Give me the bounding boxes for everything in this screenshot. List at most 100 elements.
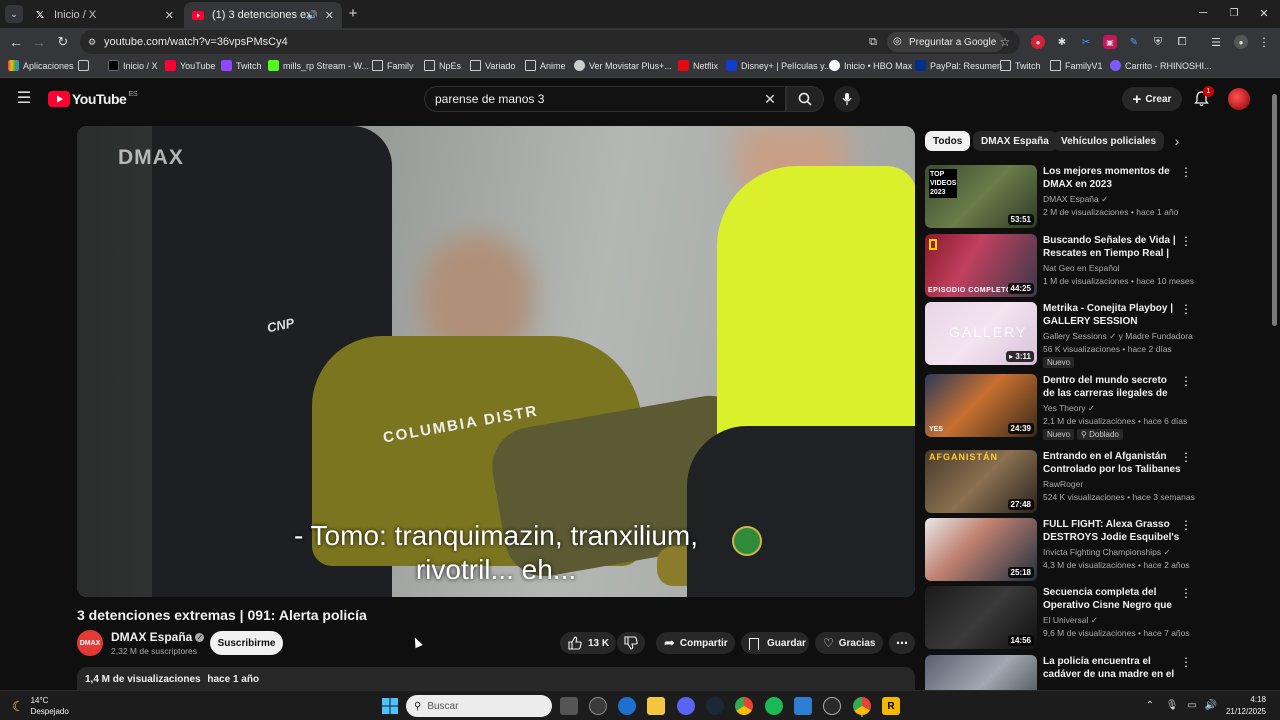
bookmark-youtube[interactable]: YouTube: [165, 60, 215, 71]
volume-tray-icon[interactable]: 🔊: [1205, 699, 1217, 711]
ask-google-button[interactable]: ◎ Preguntar a Google: [887, 32, 1005, 52]
spotify-icon[interactable]: [765, 697, 783, 715]
more-vertical-icon[interactable]: ⋮: [1180, 374, 1192, 388]
scrollbar-thumb[interactable]: [1272, 94, 1277, 326]
save-button[interactable]: Guardar: [741, 632, 809, 654]
youtube-logo[interactable]: YouTube ES: [48, 90, 138, 108]
rockstar-icon[interactable]: R: [882, 697, 900, 715]
dislike-button[interactable]: [617, 632, 645, 654]
bookmark-rhinoshield[interactable]: Carrito - RHINOSHI...: [1110, 60, 1212, 71]
extension-translate-icon[interactable]: ✎: [1127, 35, 1141, 49]
recommendation-item[interactable]: 14:56 Secuencia completa del Operativo C…: [925, 586, 1192, 650]
site-info-icon[interactable]: ⚙: [86, 36, 98, 48]
bookmark-star-icon[interactable]: ☆: [998, 35, 1012, 49]
search-input[interactable]: parense de manos 3 ✕: [424, 86, 786, 112]
recommendation-item[interactable]: GALLERY ▸ 3:11 Metrika - Conejita Playbo…: [925, 302, 1193, 368]
chips-next-icon[interactable]: ›: [1170, 133, 1184, 149]
tab-youtube[interactable]: (1) 3 detenciones extremas 🔊 ✕: [184, 2, 342, 28]
close-tab-icon[interactable]: ✕: [325, 9, 334, 22]
recommendation-item[interactable]: La policía encuentra el cadáver de una m…: [925, 655, 1190, 690]
channel-name[interactable]: DMAX España ✓: [111, 630, 205, 644]
bookmark-hbo[interactable]: Inicio • HBO Max: [829, 60, 912, 71]
bookmark-disney[interactable]: Disney+ | Películas y...: [726, 60, 831, 71]
audio-playing-icon[interactable]: 🔊: [307, 10, 318, 21]
more-vertical-icon[interactable]: ⋮: [1180, 518, 1192, 532]
weather-widget[interactable]: ☾ 14°C Despejado: [12, 694, 69, 718]
chip-all[interactable]: Todos: [925, 131, 971, 151]
shield-icon[interactable]: ⛨: [1151, 35, 1165, 49]
more-vertical-icon[interactable]: ⋮: [1180, 586, 1192, 600]
profile-icon[interactable]: ●: [1234, 35, 1248, 49]
recommendation-item[interactable]: YES 24:39 Dentro del mundo secreto de la…: [925, 374, 1192, 440]
extension-puzzle-icon[interactable]: ✱: [1055, 35, 1069, 49]
video-thumbnail[interactable]: [925, 655, 1037, 690]
video-thumbnail[interactable]: TOP VIDEOS 2023 53:51: [925, 165, 1037, 228]
more-vertical-icon[interactable]: ⋮: [1180, 302, 1192, 316]
bookmark-grid[interactable]: [78, 60, 93, 71]
task-view-icon[interactable]: [560, 697, 578, 715]
browser-menu-icon[interactable]: ⋮: [1258, 35, 1270, 49]
bookmark-folder-npes[interactable]: NpEs: [424, 60, 461, 71]
tab-search-button[interactable]: ⌄: [5, 5, 23, 23]
photos-icon[interactable]: [794, 697, 812, 715]
bookmark-kick[interactable]: mills_rp Stream - W...: [268, 60, 369, 71]
bookmark-twitch[interactable]: Twitch: [221, 60, 262, 71]
app-settings-icon[interactable]: [618, 697, 636, 715]
file-explorer-icon[interactable]: [647, 697, 665, 715]
bookmark-movistar[interactable]: Ver Movistar Plus+...: [574, 60, 672, 71]
start-button[interactable]: [381, 697, 399, 715]
chrome-icon[interactable]: [735, 697, 753, 715]
bookmark-apps[interactable]: Aplicaciones: [8, 60, 74, 71]
bookmark-netflix[interactable]: Netflix: [678, 60, 718, 71]
recommendation-item[interactable]: EPISODIO COMPLETO 44:25 Buscando Señales…: [925, 234, 1194, 298]
bookmark-folder-family[interactable]: Family: [372, 60, 414, 71]
video-thumbnail[interactable]: 25:18: [925, 518, 1037, 581]
more-vertical-icon[interactable]: ⋮: [1180, 450, 1192, 464]
url-bar[interactable]: ⚙ youtube.com/watch?v=36vpsPMsCy4 ⧉ ◎ Pr…: [80, 30, 1020, 54]
channel-avatar[interactable]: DMAX: [77, 630, 103, 656]
more-actions-button[interactable]: ⋯: [889, 632, 915, 654]
video-thumbnail[interactable]: AFGANISTÁN 27:48: [925, 450, 1037, 513]
bookmark-folder-anime[interactable]: Anime: [525, 60, 566, 71]
extension-blue-icon[interactable]: ✂: [1079, 35, 1093, 49]
app-obs-icon[interactable]: [589, 697, 607, 715]
video-thumbnail[interactable]: 14:56: [925, 586, 1037, 649]
share-button[interactable]: ➦ Compartir: [656, 632, 735, 654]
bookmark-folder-variado[interactable]: Variado: [470, 60, 515, 71]
account-avatar[interactable]: [1228, 88, 1250, 110]
voice-search-button[interactable]: [834, 86, 860, 112]
back-icon[interactable]: ←: [8, 34, 24, 50]
more-vertical-icon[interactable]: ⋮: [1180, 655, 1190, 669]
bookmark-x[interactable]: Inicio / X: [108, 60, 158, 71]
subscribe-button[interactable]: Suscribirme: [210, 631, 283, 655]
search-button[interactable]: [786, 86, 824, 112]
more-vertical-icon[interactable]: ⋮: [1180, 165, 1192, 179]
forward-icon[interactable]: →: [31, 34, 47, 50]
recommendation-item[interactable]: AFGANISTÁN 27:48 Entrando en el Afganist…: [925, 450, 1195, 514]
video-thumbnail[interactable]: YES 24:39: [925, 374, 1037, 437]
reload-icon[interactable]: ↻: [55, 34, 71, 50]
chip-police-vehicles[interactable]: Vehículos policiales: [1053, 131, 1165, 151]
page-scrollbar[interactable]: [1270, 90, 1278, 690]
cast-icon[interactable]: ⧉: [866, 35, 880, 49]
extension-pink-icon[interactable]: ▣: [1103, 35, 1117, 49]
chrome-active-icon[interactable]: [853, 697, 871, 715]
recommendation-item[interactable]: TOP VIDEOS 2023 53:51 Los mejores moment…: [925, 165, 1192, 229]
new-tab-button[interactable]: +: [346, 5, 360, 22]
video-player[interactable]: CNP COLUMBIA DISTR DMAX - Tomo: tranquim…: [77, 126, 915, 597]
restore-icon[interactable]: ❐: [1227, 6, 1241, 20]
close-tab-icon[interactable]: ✕: [165, 9, 174, 22]
close-window-icon[interactable]: ✕: [1257, 6, 1271, 20]
display-tray-icon[interactable]: ▭: [1186, 699, 1198, 711]
video-thumbnail[interactable]: EPISODIO COMPLETO 44:25: [925, 234, 1037, 297]
reading-list-icon[interactable]: ☰: [1209, 35, 1223, 49]
extension-red-icon[interactable]: ●: [1031, 35, 1045, 49]
discord-icon[interactable]: [677, 697, 695, 715]
steam-icon[interactable]: [706, 697, 724, 715]
notifications-button[interactable]: 1: [1192, 86, 1214, 108]
extensions-icon[interactable]: ⧠: [1175, 35, 1189, 49]
thanks-button[interactable]: ♡ Gracias: [815, 632, 883, 654]
tab-x[interactable]: 𝕏 Inicio / X ✕: [26, 2, 182, 28]
clear-search-icon[interactable]: ✕: [763, 91, 777, 107]
bookmark-folder-familyv1[interactable]: FamilyV1: [1050, 60, 1103, 71]
